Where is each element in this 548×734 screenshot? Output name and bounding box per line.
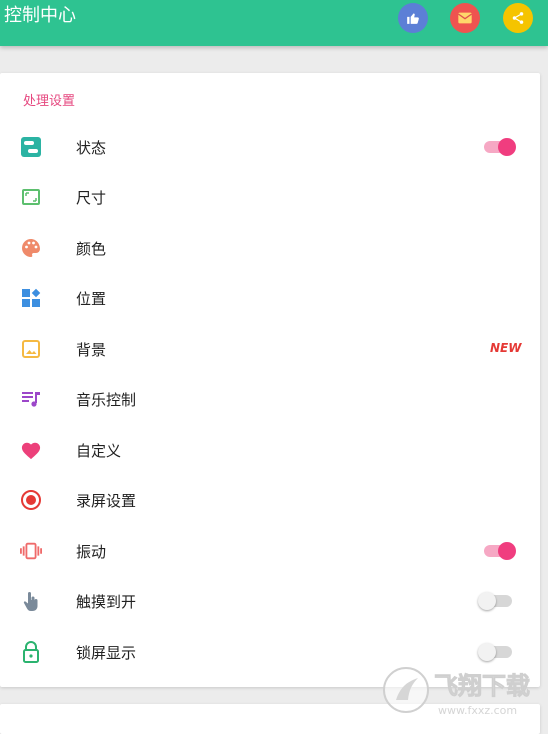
setting-label: 触摸到开 — [76, 593, 137, 611]
section-title: 处理设置 — [23, 94, 76, 109]
status-toggle-icon — [20, 136, 42, 158]
toggle-thumb — [498, 138, 516, 156]
app-bar: 控制中心 — [0, 0, 548, 46]
share-button[interactable] — [503, 3, 533, 33]
setting-row-background[interactable]: 背景 NEW — [0, 324, 540, 374]
setting-row-screen-record[interactable]: 录屏设置 — [0, 475, 540, 525]
new-badge: NEW — [490, 341, 522, 355]
touch-open-toggle[interactable] — [478, 591, 516, 611]
layout-icon — [20, 287, 42, 309]
thumbs-up-icon — [407, 13, 419, 24]
setting-label: 振动 — [76, 543, 107, 561]
resize-icon — [20, 186, 42, 208]
lockscreen-toggle[interactable] — [478, 642, 516, 662]
setting-label: 音乐控制 — [76, 391, 137, 409]
image-icon — [20, 338, 42, 360]
settings-card: 处理设置 状态 尺寸 颜色 位置 背景 NEW 音乐控制 自定义 录屏设置 振动… — [0, 73, 540, 687]
palette-icon — [20, 237, 42, 259]
like-button[interactable] — [398, 3, 428, 33]
setting-row-size[interactable]: 尺寸 — [0, 172, 540, 222]
setting-label: 锁屏显示 — [76, 644, 137, 662]
vibrate-icon — [20, 540, 42, 562]
toggle-thumb — [478, 643, 496, 661]
setting-row-status[interactable]: 状态 — [0, 122, 540, 172]
setting-row-custom[interactable]: 自定义 — [0, 425, 540, 475]
setting-row-vibrate[interactable]: 振动 — [0, 526, 540, 576]
setting-row-touch-open[interactable]: 触摸到开 — [0, 576, 540, 626]
status-toggle[interactable] — [482, 137, 516, 157]
setting-label: 背景 — [76, 341, 107, 359]
setting-label: 状态 — [76, 139, 107, 157]
app-title: 控制中心 — [4, 5, 76, 26]
watermark-logo: 飞翔下载 www.fxxz.com — [383, 667, 530, 717]
toggle-thumb — [478, 592, 496, 610]
mail-button[interactable] — [450, 3, 480, 33]
setting-label: 位置 — [76, 290, 107, 308]
setting-label: 颜色 — [76, 240, 107, 258]
heart-icon — [20, 439, 42, 461]
share-icon — [512, 12, 524, 24]
touch-icon — [20, 590, 42, 612]
toggle-thumb — [498, 542, 516, 560]
setting-row-position[interactable]: 位置 — [0, 273, 540, 323]
setting-label: 录屏设置 — [76, 492, 137, 510]
vibrate-toggle[interactable] — [482, 541, 516, 561]
setting-row-music[interactable]: 音乐控制 — [0, 374, 540, 424]
record-icon — [20, 489, 42, 511]
svg-text:www.fxxz.com: www.fxxz.com — [438, 704, 517, 717]
setting-label: 自定义 — [76, 442, 122, 460]
setting-label: 尺寸 — [76, 189, 107, 207]
mail-icon — [457, 12, 473, 24]
music-list-icon — [20, 388, 42, 410]
setting-row-color[interactable]: 颜色 — [0, 223, 540, 273]
svg-text:飞翔下载: 飞翔下载 — [434, 672, 530, 700]
lock-icon — [20, 641, 42, 663]
